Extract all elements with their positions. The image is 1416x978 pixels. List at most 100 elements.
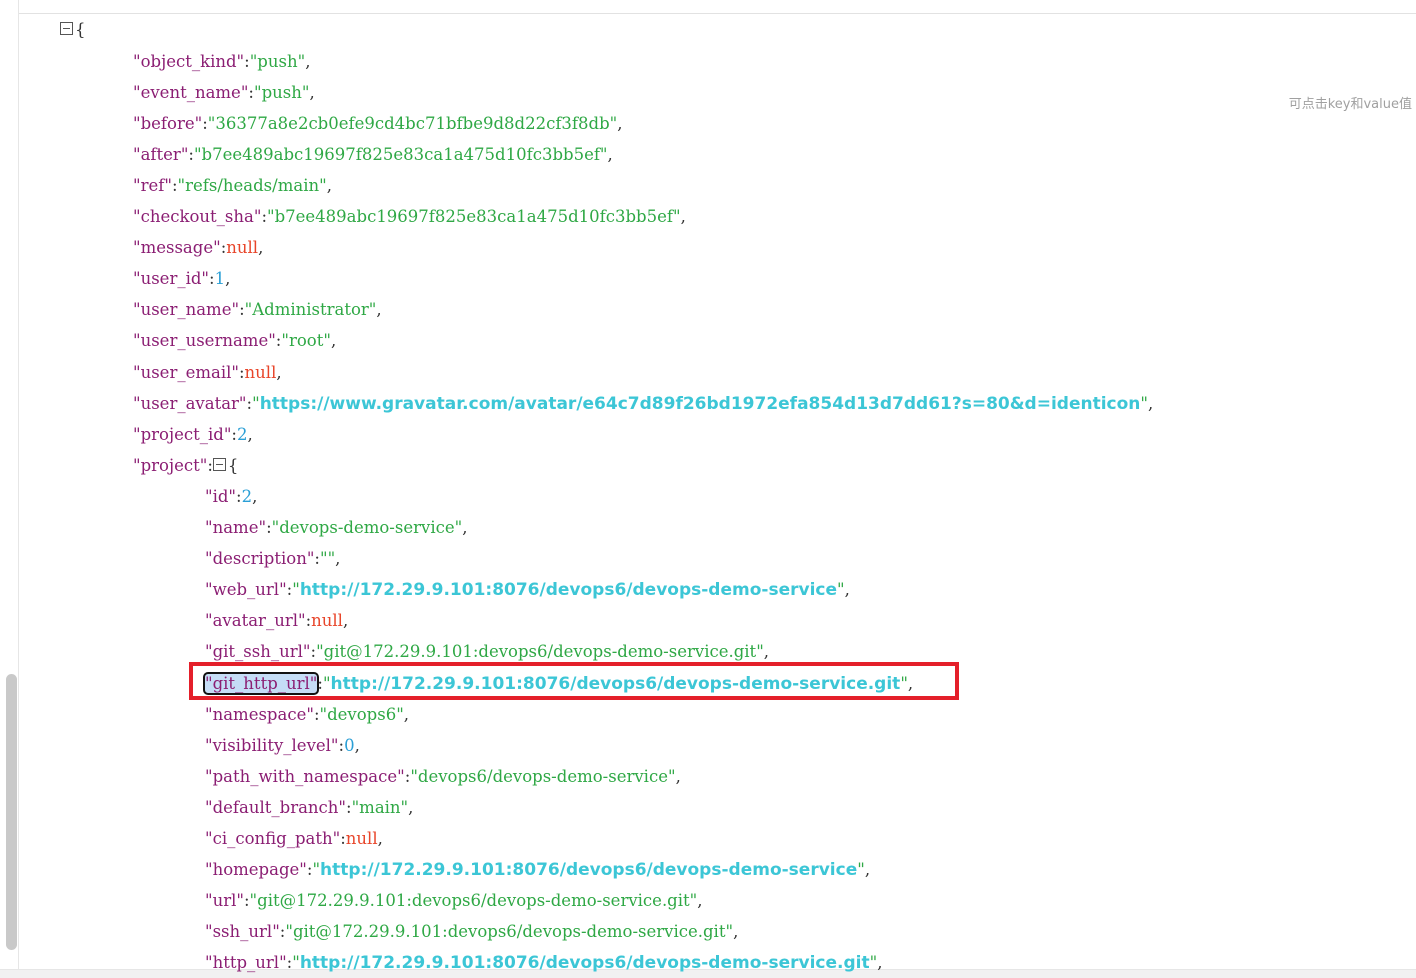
comma: , bbox=[326, 175, 332, 195]
json-line-after: "after":"b7ee489abc19697f825e83ca1a475d1… bbox=[133, 141, 613, 169]
json-key[interactable]: "event_name" bbox=[133, 83, 248, 102]
quote: " bbox=[312, 860, 321, 880]
root-object-open: { bbox=[60, 16, 86, 44]
json-key[interactable]: "after" bbox=[133, 145, 188, 164]
json-value[interactable]: null bbox=[311, 611, 343, 630]
comma: , bbox=[617, 113, 623, 133]
json-key[interactable]: "homepage" bbox=[205, 860, 307, 879]
json-value[interactable]: "main" bbox=[352, 798, 409, 817]
json-key[interactable]: "description" bbox=[205, 549, 314, 568]
json-value-link[interactable]: https://www.gravatar.com/avatar/e64c7d89… bbox=[260, 394, 1141, 414]
json-key[interactable]: "ci_config_path" bbox=[205, 829, 340, 848]
json-value[interactable]: "push" bbox=[250, 52, 305, 71]
comma: , bbox=[309, 82, 315, 102]
json-value[interactable]: "refs/heads/main" bbox=[178, 176, 327, 195]
json-value[interactable]: "b7ee489abc19697f825e83ca1a475d10fc3bb5e… bbox=[267, 207, 681, 226]
json-line-ci-config-path: "ci_config_path":null, bbox=[205, 825, 383, 853]
click-hint-text: 可点击key和value值 bbox=[1288, 97, 1412, 112]
comma: , bbox=[1148, 393, 1154, 413]
json-value-link[interactable]: http://172.29.9.101:8076/devops6/devops-… bbox=[300, 580, 837, 600]
json-value[interactable]: "git@172.29.9.101:devops6/devops-demo-se… bbox=[250, 891, 698, 910]
json-value[interactable]: "git@172.29.9.101:devops6/devops-demo-se… bbox=[316, 642, 764, 661]
json-line-user-name: "user_name":"Administrator", bbox=[133, 296, 382, 324]
collapse-toggle-icon[interactable] bbox=[212, 457, 226, 471]
json-line-message: "message":null, bbox=[133, 234, 263, 262]
json-line-namespace: "namespace":"devops6", bbox=[205, 701, 409, 729]
json-line-name: "name":"devops-demo-service", bbox=[205, 514, 467, 542]
json-key[interactable]: "project_id" bbox=[133, 425, 231, 444]
json-value[interactable]: "devops6/devops-demo-service" bbox=[410, 767, 675, 786]
json-key[interactable]: "ref" bbox=[133, 176, 172, 195]
json-value[interactable]: "Administrator" bbox=[245, 300, 377, 319]
comma: , bbox=[276, 362, 282, 382]
json-key[interactable]: "visibility_level" bbox=[205, 736, 339, 755]
json-value[interactable]: 0 bbox=[344, 736, 355, 755]
json-key[interactable]: "project" bbox=[133, 456, 207, 475]
json-value[interactable]: 2 bbox=[242, 487, 253, 506]
json-value[interactable]: "git@172.29.9.101:devops6/devops-demo-se… bbox=[285, 922, 733, 941]
json-line-user-email: "user_email":null, bbox=[133, 359, 282, 387]
quote: " bbox=[837, 580, 845, 600]
json-value[interactable]: "36377a8e2cb0efe9cd4bc71bfbe9d8d22cf3f8d… bbox=[208, 114, 618, 133]
json-line-web-url: "web_url":"http://172.29.9.101:8076/devo… bbox=[205, 576, 850, 604]
json-value-link[interactable]: http://172.29.9.101:8076/devops6/devops-… bbox=[300, 953, 870, 973]
json-value[interactable]: "devops-demo-service" bbox=[272, 518, 463, 537]
json-key[interactable]: "web_url" bbox=[205, 580, 287, 599]
comma: , bbox=[335, 549, 341, 569]
json-key[interactable]: "http_url" bbox=[205, 953, 287, 972]
comma: , bbox=[247, 424, 253, 444]
collapse-toggle-icon[interactable] bbox=[60, 22, 73, 35]
json-value[interactable]: null bbox=[226, 238, 258, 257]
json-value-link[interactable]: http://172.29.9.101:8076/devops6/devops-… bbox=[320, 860, 857, 880]
json-key[interactable]: "user_name" bbox=[133, 300, 239, 319]
json-value[interactable]: 2 bbox=[237, 425, 248, 444]
json-key[interactable]: "ssh_url" bbox=[205, 922, 280, 941]
json-key[interactable]: "checkout_sha" bbox=[133, 207, 261, 226]
json-line-object-kind: "object_kind":"push", bbox=[133, 48, 310, 76]
left-gutter-divider bbox=[18, 0, 19, 970]
json-value[interactable]: "root" bbox=[281, 331, 331, 350]
json-value[interactable]: null bbox=[245, 363, 277, 382]
json-value[interactable]: null bbox=[346, 829, 378, 848]
json-key[interactable]: "before" bbox=[133, 114, 202, 133]
json-key[interactable]: "user_username" bbox=[133, 331, 276, 350]
json-key[interactable]: "url" bbox=[205, 891, 244, 910]
json-key[interactable]: "message" bbox=[133, 238, 221, 257]
json-key[interactable]: "name" bbox=[205, 518, 266, 537]
json-key[interactable]: "user_avatar" bbox=[133, 394, 247, 413]
json-value[interactable]: "b7ee489abc19697f825e83ca1a475d10fc3bb5e… bbox=[194, 145, 608, 164]
comma: , bbox=[680, 207, 686, 226]
json-line-visibility-level: "visibility_level":0, bbox=[205, 732, 360, 760]
comma: , bbox=[607, 144, 613, 164]
comma: , bbox=[408, 797, 414, 817]
object-open-brace: { bbox=[227, 455, 239, 475]
quote: " bbox=[1140, 393, 1149, 413]
json-key[interactable]: "git_ssh_url" bbox=[205, 642, 311, 661]
quote: " bbox=[292, 580, 300, 600]
comma: , bbox=[252, 486, 258, 506]
json-line-project: "project":{ bbox=[133, 452, 238, 480]
json-line-id: "id":2, bbox=[205, 483, 257, 511]
json-key[interactable]: "object_kind" bbox=[133, 52, 244, 71]
json-line-path-with-namespace: "path_with_namespace":"devops6/devops-de… bbox=[205, 763, 681, 791]
json-key[interactable]: "default_branch" bbox=[205, 798, 346, 817]
json-line-user-id: "user_id":1, bbox=[133, 265, 230, 293]
json-value[interactable]: "devops6" bbox=[320, 705, 404, 724]
json-line-url: "url":"git@172.29.9.101:devops6/devops-d… bbox=[205, 887, 703, 915]
json-value[interactable]: "" bbox=[320, 549, 335, 568]
quote: " bbox=[857, 860, 865, 880]
comma: , bbox=[403, 704, 410, 724]
json-key[interactable]: "user_id" bbox=[133, 269, 209, 288]
quote: " bbox=[292, 953, 300, 973]
json-key[interactable]: "namespace" bbox=[205, 705, 314, 724]
comma: , bbox=[864, 860, 871, 880]
json-value[interactable]: 1 bbox=[215, 269, 226, 288]
json-key[interactable]: "avatar_url" bbox=[205, 611, 306, 630]
comma: , bbox=[330, 331, 337, 351]
top-divider bbox=[18, 13, 1416, 14]
json-key[interactable]: "id" bbox=[205, 487, 236, 506]
vertical-scrollbar[interactable] bbox=[6, 674, 17, 950]
json-key[interactable]: "path_with_namespace" bbox=[205, 767, 405, 786]
json-value[interactable]: "push" bbox=[254, 83, 309, 102]
json-key[interactable]: "user_email" bbox=[133, 363, 239, 382]
